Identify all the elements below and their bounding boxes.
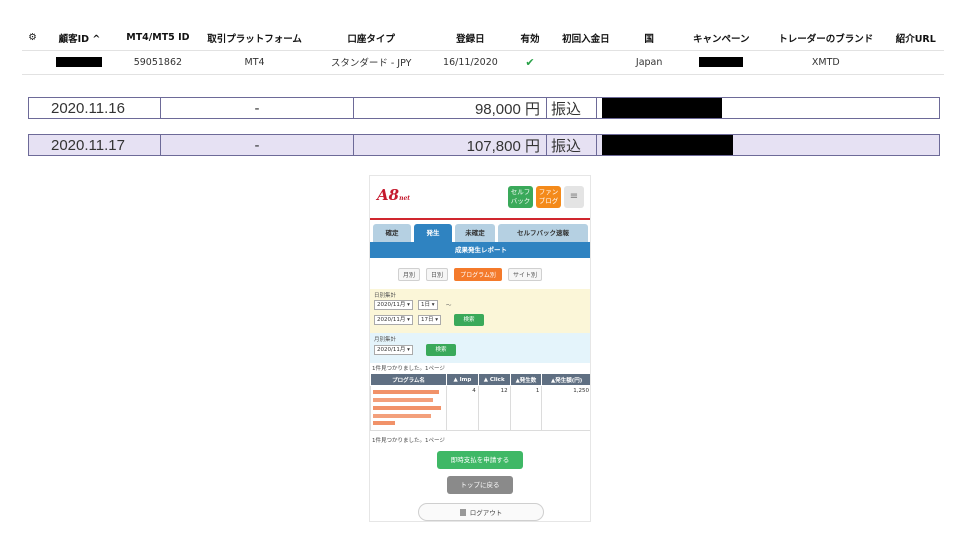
col-platform[interactable]: 取引プラットフォーム [199, 26, 310, 51]
daily-to-day-select[interactable]: 17日 ▾ [418, 315, 442, 325]
col-account-type[interactable]: 口座タイプ [309, 26, 433, 51]
tab-confirmed[interactable]: 確定 [373, 224, 411, 242]
redacted-name [602, 135, 733, 155]
report-title: 成果発生レポート [370, 242, 590, 258]
count-cell: 1 [509, 384, 543, 432]
instant-payout-button[interactable]: 即時支払を申請する [437, 451, 523, 469]
platform-cell: MT4 [199, 50, 310, 75]
back-to-top-button[interactable]: トップに戻る [447, 476, 513, 494]
imp-cell: 4 [445, 384, 479, 432]
filter-by-program[interactable]: プログラム別 [454, 268, 502, 281]
account-type-cell: スタンダード - JPY [309, 50, 433, 75]
ref-url-cell [887, 50, 944, 75]
deposit-method: 振込 [547, 98, 597, 118]
col-ref-url[interactable]: 紹介URL [887, 26, 944, 51]
fan-blog-button[interactable]: ファン ブログ [536, 186, 561, 208]
monthly-search-button[interactable]: 検索 [426, 344, 456, 356]
daily-from-month-select[interactable]: 2020/11月 ▾ [374, 300, 413, 310]
report-filters: 月別 日別 プログラム別 サイト別 [370, 264, 590, 284]
tab-occurred[interactable]: 発生 [414, 224, 452, 242]
daily-search-button[interactable]: 検索 [454, 314, 484, 326]
deposit-date: 2020.11.16 [29, 98, 161, 118]
check-icon: ✔ [525, 55, 535, 69]
monthly-label: 月別集計 [374, 337, 397, 343]
monthly-aggregate-panel: 月別集計 2020/11月 ▾ 検索 [370, 333, 590, 363]
door-icon [459, 509, 466, 516]
program-report-table: プログラム名 ▲ Imp ▲ Click ▲発生数 ▲発生額(円) 4 12 1… [370, 373, 590, 432]
results-count-bottom: 1件見つかりました。1ページ [372, 438, 445, 444]
deposit-amount: 98,000 円 [354, 98, 547, 118]
deposit-row: 2020.11.17 - 107,800 円 振込 [28, 134, 940, 156]
results-count: 1件見つかりました。1ページ [372, 366, 445, 372]
col-amount[interactable]: ▲発生額(円) [541, 373, 590, 386]
tab-unconfirmed[interactable]: 未確定 [455, 224, 495, 242]
deposit-row: 2020.11.16 - 98,000 円 振込 [28, 97, 940, 119]
deposit-date: 2020.11.17 [29, 135, 161, 155]
mt-id-cell: 59051862 [116, 50, 200, 75]
account-table: ⚙ 顧客ID ^ MT4/MT5 ID 取引プラットフォーム 口座タイプ 登録日… [22, 26, 944, 75]
deposit-dash: - [161, 98, 354, 118]
col-customer-id[interactable]: 顧客ID ^ [42, 26, 117, 51]
table-row[interactable]: 59051862 MT4 スタンダード - JPY 16/11/2020 ✔ J… [22, 50, 944, 75]
settings-cell[interactable]: ⚙ [22, 26, 43, 51]
registered-cell: 16/11/2020 [432, 50, 509, 75]
col-imp[interactable]: ▲ Imp [445, 373, 479, 386]
self-back-button[interactable]: セルフ バック [508, 186, 533, 208]
amount-cell: 1,250 [541, 384, 590, 432]
active-cell: ✔ [508, 50, 552, 75]
logout-button[interactable]: ログアウト [418, 503, 544, 521]
deposit-dash: - [161, 135, 354, 155]
country-cell: Japan [619, 50, 679, 75]
customer-id-cell [42, 50, 117, 75]
col-program-name[interactable]: プログラム名 [370, 373, 447, 386]
daily-from-day-select[interactable]: 1日 ▾ [418, 300, 438, 310]
a8net-phone-screenshot: A8net セルフ バック ファン ブログ ≡ 確定 発生 未確定 セルフバック… [369, 175, 591, 522]
account-table-header: ⚙ 顧客ID ^ MT4/MT5 ID 取引プラットフォーム 口座タイプ 登録日… [22, 26, 944, 51]
deposit-redacted-cell [597, 98, 939, 118]
filter-daily[interactable]: 日別 [426, 268, 448, 281]
col-active[interactable]: 有効 [508, 26, 552, 51]
redacted-customer-id [56, 57, 103, 67]
gear-icon[interactable]: ⚙ [28, 32, 37, 43]
col-registered[interactable]: 登録日 [432, 26, 509, 51]
col-count[interactable]: ▲発生数 [509, 373, 543, 386]
deposit-amount: 107,800 円 [354, 135, 547, 155]
a8net-logo: A8net [377, 186, 411, 204]
blurred-program-name [373, 390, 441, 425]
redacted-name [602, 98, 722, 118]
campaign-cell [678, 50, 765, 75]
table-row[interactable]: 4 12 1 1,250 [370, 384, 590, 432]
filter-monthly[interactable]: 月別 [398, 268, 420, 281]
first-deposit-cell [551, 50, 620, 75]
report-tabs: 確定 発生 未確定 セルフバック速報 [370, 224, 590, 242]
row-blank [22, 50, 43, 75]
filter-by-site[interactable]: サイト別 [508, 268, 542, 281]
daily-label: 日別集計 [374, 293, 397, 299]
col-country[interactable]: 国 [619, 26, 679, 51]
daily-aggregate-panel: 日別集計 2020/11月 ▾ 1日 ▾ 〜 2020/11月 ▾ 17日 ▾ … [370, 289, 590, 333]
col-first-deposit[interactable]: 初回入金日 [551, 26, 620, 51]
col-campaign[interactable]: キャンペーン [678, 26, 765, 51]
brand-cell: XMTD [764, 50, 888, 75]
col-brand[interactable]: トレーダーのブランド [764, 26, 888, 51]
program-name-cell[interactable] [370, 384, 447, 432]
monthly-month-select[interactable]: 2020/11月 ▾ [374, 345, 413, 355]
click-cell: 12 [477, 384, 511, 432]
redacted-campaign [699, 57, 744, 67]
deposit-redacted-cell [597, 135, 939, 155]
col-mt-id[interactable]: MT4/MT5 ID [116, 26, 200, 51]
range-tilde: 〜 [446, 303, 452, 309]
col-click[interactable]: ▲ Click [477, 373, 511, 386]
hamburger-menu-icon[interactable]: ≡ [564, 186, 584, 208]
daily-to-month-select[interactable]: 2020/11月 ▾ [374, 315, 413, 325]
deposit-method: 振込 [547, 135, 597, 155]
tab-self-back-report[interactable]: セルフバック速報 [498, 224, 588, 242]
phone-header: A8net セルフ バック ファン ブログ ≡ [370, 176, 590, 220]
